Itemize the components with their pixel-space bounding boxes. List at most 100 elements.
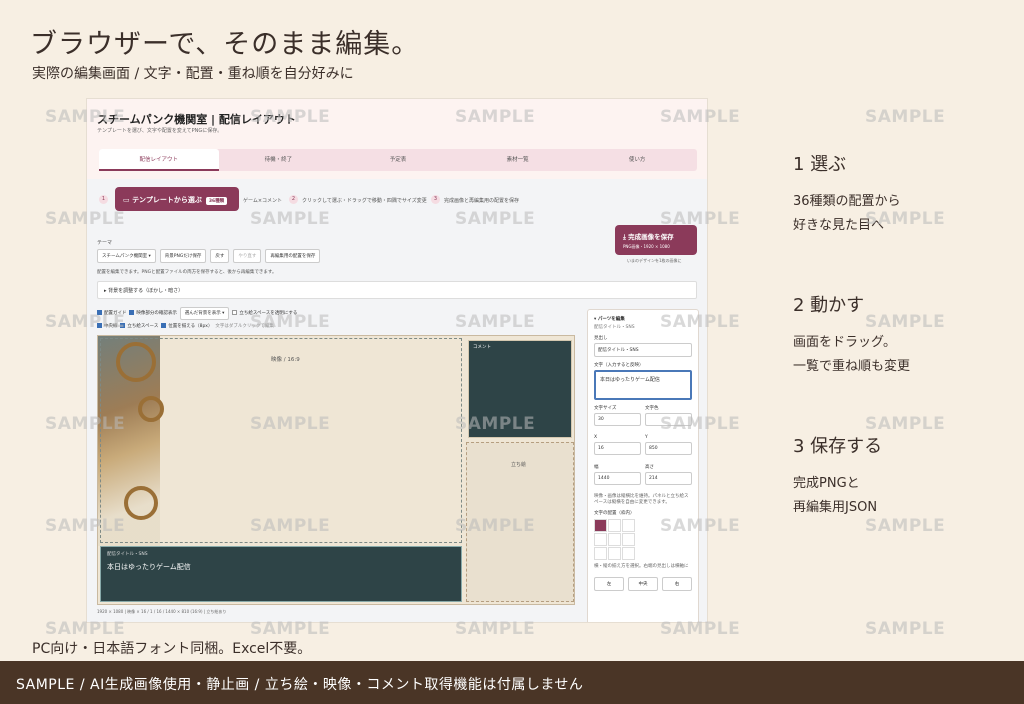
- save-button-label: 完成画像を保存: [628, 233, 674, 241]
- tab-howto[interactable]: 使い方: [577, 149, 697, 171]
- redo-button[interactable]: やり直す: [233, 249, 262, 263]
- size-field[interactable]: 30: [594, 413, 641, 426]
- x-field[interactable]: 16: [594, 442, 641, 455]
- align-right-button[interactable]: 右: [662, 577, 692, 591]
- align-note: 横・縦の揃え方を選択。右端の見出しは横軸に: [594, 564, 689, 569]
- align-left-button[interactable]: 左: [594, 577, 624, 591]
- bottom-bar: SAMPLE / AI生成画像使用・静止画 / 立ち絵・映像・コメント取得機能は…: [0, 661, 1024, 704]
- controls: テーマ スチームパンク機関室 ▾ 背景PNGだけ保存 戻す やり直す 再編集用の…: [97, 239, 321, 263]
- snap-checkbox[interactable]: [161, 323, 167, 328]
- template-button[interactable]: ▭ テンプレートから選ぶ 36種類: [115, 187, 239, 211]
- align-cell[interactable]: [622, 547, 635, 560]
- title-small: 配信タイトル・SNS: [107, 552, 148, 557]
- title-panel[interactable]: 配信タイトル・SNS 本日はゆったりゲーム配信: [100, 546, 462, 602]
- save-note: いまのデザインを1枚の画像に: [627, 258, 682, 263]
- save-bg-button[interactable]: 背景PNGだけ保存: [159, 249, 207, 263]
- video-check-checkbox[interactable]: [129, 310, 135, 315]
- transparent-checkbox[interactable]: [232, 310, 238, 315]
- step-num-3: 3: [431, 195, 440, 204]
- step-text-1: ゲーム×コメント: [243, 198, 283, 204]
- save-image-button[interactable]: ⤓ 完成画像を保存 PNG画像・1920 × 1080: [615, 225, 697, 255]
- align-cell[interactable]: [608, 547, 621, 560]
- save-layout-button[interactable]: 再編集用の配置を保存: [265, 249, 321, 263]
- align-cell[interactable]: [622, 519, 635, 532]
- bg-select[interactable]: 選んだ背景を表示 ▾: [179, 307, 230, 320]
- align-cell[interactable]: [608, 533, 621, 546]
- sample-watermark: SAMPLE: [865, 107, 946, 127]
- step-2-desc: 画面をドラッグ。 一覧で重ね順も変更: [793, 335, 911, 374]
- step-1: 1 選ぶ 36種類の配置から 好きな見た目へ: [793, 150, 901, 238]
- step-bar: 1 ▭ テンプレートから選ぶ 36種類 ゲーム×コメント 2 クリックして選ぶ・ド…: [97, 187, 697, 213]
- step-3-title: 3 保存する: [793, 436, 883, 457]
- text-field[interactable]: 本日はゆったりゲーム配信: [594, 370, 692, 400]
- undo-button[interactable]: 戻す: [210, 249, 230, 263]
- panel-header[interactable]: ▾ パーツを編集: [594, 316, 692, 322]
- comment-label: コメント: [473, 345, 491, 350]
- step-text-2: クリックして選ぶ・ドラッグで移動・四隅でサイズ変更: [302, 198, 427, 204]
- stand-label: 立ち絵: [511, 462, 527, 468]
- headline: ブラウザーで、そのまま編集。: [30, 29, 420, 60]
- align-cell[interactable]: [594, 519, 607, 532]
- app-title: スチームパンク機関室 | 配信レイアウト: [97, 113, 296, 126]
- subline: 実際の編集画面 / 文字・配置・重ね順を自分好みに: [32, 66, 354, 82]
- name-field[interactable]: 配信タイトル・SNS: [594, 343, 692, 357]
- panel-sub: 配信タイトル・SNS: [594, 325, 635, 330]
- video-area[interactable]: 映像 / 16:9: [100, 338, 462, 543]
- step-1-title: 1 選ぶ: [793, 154, 847, 175]
- align-cell[interactable]: [622, 533, 635, 546]
- y-field[interactable]: 850: [645, 442, 692, 455]
- step-3: 3 保存する 完成PNGと 再編集用JSON: [793, 432, 882, 520]
- step-num-2: 2: [289, 195, 298, 204]
- color-field[interactable]: [645, 413, 692, 426]
- align-center-button[interactable]: 中央: [628, 577, 658, 591]
- step-2-title: 2 動かす: [793, 295, 865, 316]
- step-2: 2 動かす 画面をドラッグ。 一覧で重ね順も変更: [793, 291, 910, 379]
- option-checks: 配置ガイド 映像部分の確認表示 選んだ背景を表示 ▾ 立ち絵スペースを透明にする…: [97, 307, 297, 333]
- stand-space-checkbox[interactable]: [120, 323, 126, 328]
- layout-canvas[interactable]: 映像 / 16:9 コメント 立ち絵 配信タイトル・SNS 本日はゆったりゲーム…: [97, 335, 575, 605]
- video-label: 映像 / 16:9: [271, 357, 300, 363]
- tab-layout[interactable]: 配信レイアウト: [99, 149, 219, 171]
- sample-watermark: SAMPLE: [865, 619, 946, 639]
- bg-adjust-toggle[interactable]: ▸ 背景を調整する（ぼかし・暗さ）: [97, 281, 697, 299]
- sample-watermark: SAMPLE: [865, 414, 946, 434]
- align-cell[interactable]: [594, 533, 607, 546]
- save-button-sub: PNG画像・1920 × 1080: [623, 244, 670, 249]
- step-1-desc: 36種類の配置から 好きな見た目へ: [793, 194, 901, 233]
- tab-assets[interactable]: 素材一覧: [458, 149, 578, 171]
- stand-area[interactable]: 立ち絵: [466, 442, 574, 602]
- panel-note: 映像・画像は縦横比を維持。パネルと立ち絵スペースは縦横を自由に変更できます。: [594, 494, 689, 505]
- tab-schedule[interactable]: 予定表: [338, 149, 458, 171]
- template-badge: 36種類: [205, 197, 228, 205]
- align-label: 文字の配置（枠内）: [594, 511, 635, 516]
- y-label: Y: [645, 435, 648, 440]
- title-main: 本日はゆったりゲーム配信: [107, 563, 191, 571]
- align-grid[interactable]: [594, 519, 692, 560]
- h-field[interactable]: 214: [645, 472, 692, 485]
- tab-bar: 配信レイアウト 待機・終了 予定表 素材一覧 使い方: [99, 149, 697, 171]
- footnote: PC向け・日本語フォント同梱。Excel不要。: [32, 641, 312, 657]
- w-label: 幅: [594, 465, 599, 470]
- size-label: 文字サイズ: [594, 406, 617, 411]
- h-label: 高さ: [645, 465, 654, 470]
- w-field[interactable]: 1440: [594, 472, 641, 485]
- theme-select[interactable]: スチームパンク機関室 ▾: [97, 249, 156, 263]
- app-screenshot: スチームパンク機関室 | 配信レイアウト テンプレートを選び、文字や配置を変えて…: [86, 98, 708, 623]
- edit-hint: 配置を編集できます。PNGと配置ファイルの両方を保存すると、後から再編集できます…: [97, 270, 277, 275]
- step-num-1: 1: [99, 195, 108, 204]
- app-header: スチームパンク機関室 | 配信レイアウト テンプレートを選び、文字や配置を変えて…: [87, 99, 707, 179]
- align-cell[interactable]: [608, 519, 621, 532]
- step-3-desc: 完成PNGと 再編集用JSON: [793, 476, 878, 515]
- center-line-checkbox[interactable]: [97, 323, 102, 328]
- tab-standby[interactable]: 待機・終了: [219, 149, 339, 171]
- app-subtitle: テンプレートを選び、文字や配置を変えてPNGに保存。: [97, 128, 223, 134]
- text-label: 文字（入力すると反映）: [594, 363, 644, 368]
- comment-area[interactable]: コメント: [468, 340, 572, 438]
- template-button-label: テンプレートから選ぶ: [132, 196, 202, 204]
- name-label: 見出し: [594, 336, 608, 341]
- canvas-status: 1920 × 1080 | 映像 × 16 / 1 / 16 / 1440 × …: [97, 609, 227, 614]
- align-cell[interactable]: [594, 547, 607, 560]
- guide-checkbox[interactable]: [97, 310, 102, 315]
- x-label: X: [594, 435, 598, 440]
- step-text-3: 完成画像と再編集用の配置を保存: [444, 198, 520, 204]
